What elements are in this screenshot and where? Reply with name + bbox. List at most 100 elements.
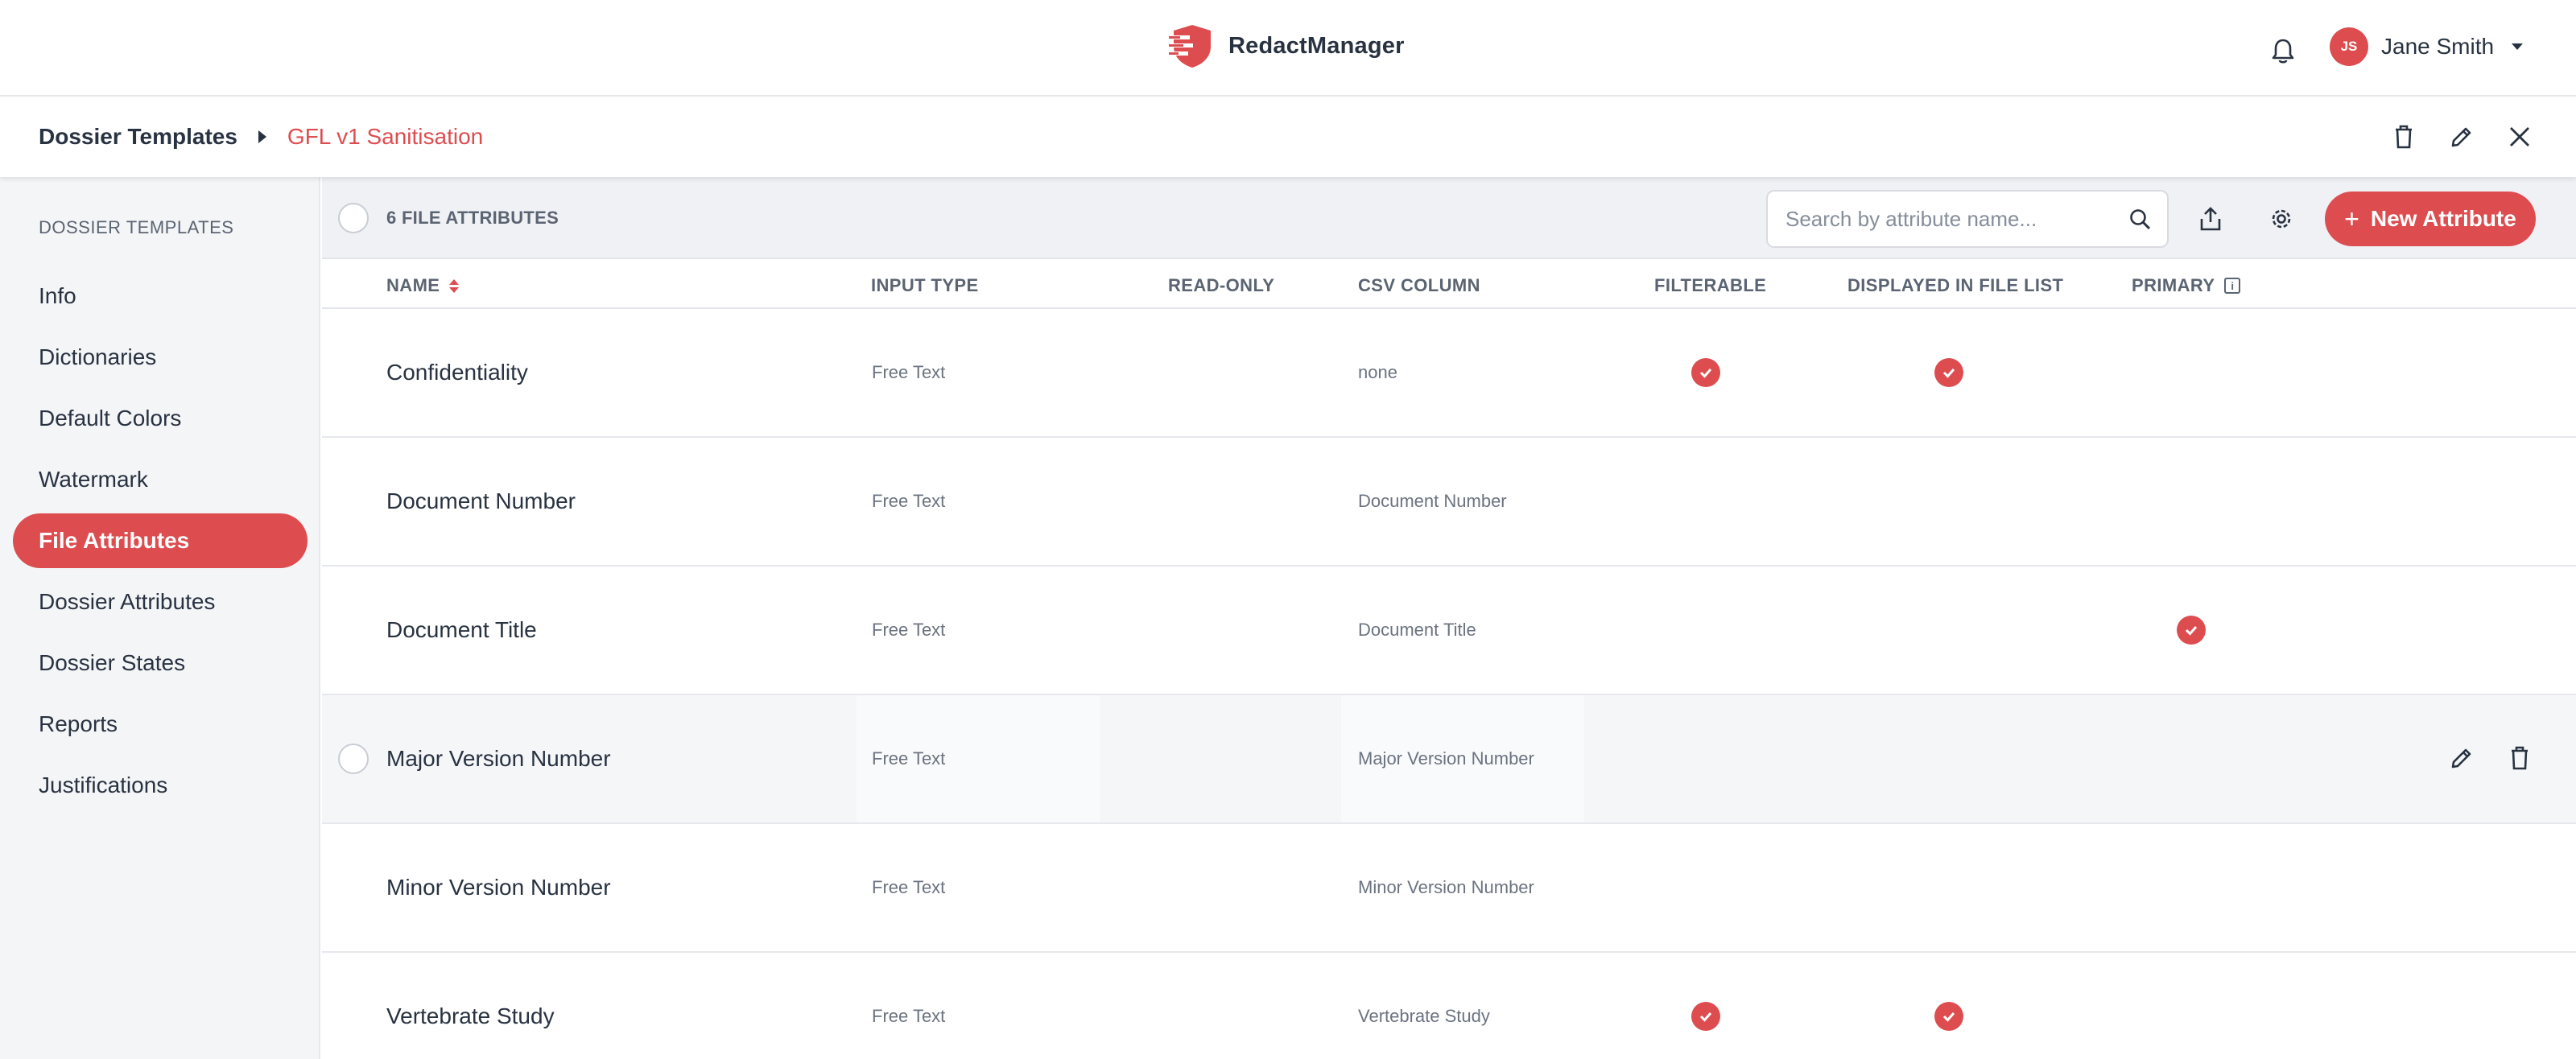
bell-icon [2272,39,2294,64]
breadcrumb: Dossier Templates GFL v1 Sanitisation [39,124,483,150]
column-csv-header: CSV COLUMN [1358,275,1480,295]
trash-icon [2396,125,2412,149]
attribute-input-type: Free Text [872,1006,946,1026]
sidebar-item-file-attributes[interactable]: File Attributes [13,513,308,568]
column-primary-header: PRIMARY i [2132,275,2241,296]
sidebar-item-dictionaries[interactable]: Dictionaries [13,330,308,385]
search-box[interactable] [1766,190,2169,248]
attribute-name: Document Title [386,617,537,642]
sidebar-item-dossier-attributes[interactable]: Dossier Attributes [13,575,308,629]
breadcrumb-current[interactable]: GFL v1 Sanitisation [287,124,483,150]
check-icon [1934,358,1963,387]
user-name: Jane Smith [2381,34,2495,59]
row-checkbox[interactable] [338,744,369,774]
column-read-only-header: READ-ONLY [1168,275,1275,295]
sidebar-item-info[interactable]: Info [13,269,308,323]
gear-icon [2272,209,2291,229]
template-actions [2386,119,2537,155]
app-name: RedactManager [1228,32,1405,59]
close-icon [2510,127,2529,146]
delete-template-button[interactable] [2386,119,2421,155]
breadcrumb-bar: Dossier Templates GFL v1 Sanitisation [0,98,2576,177]
sidebar-item-justifications[interactable]: Justifications [13,758,308,813]
filterable-cell [1691,309,1720,436]
trash-icon [2512,746,2528,770]
check-icon [2177,616,2206,645]
sidebar-item-watermark[interactable]: Watermark [13,452,308,507]
displayed-cell [1934,309,1963,436]
breadcrumb-root-link[interactable]: Dossier Templates [39,124,237,150]
attribute-input-type: Free Text [872,748,946,768]
attribute-count: 6 FILE ATTRIBUTES [386,208,559,228]
attribute-table-body: Confidentiality Free Text none Document … [322,309,2576,1059]
column-name-label: NAME [386,275,440,295]
check-icon [1691,358,1720,387]
column-name-header[interactable]: NAME [386,275,460,296]
main-content: 6 FILE ATTRIBUTES + New Attribute [322,177,2576,1059]
info-icon[interactable]: i [2224,278,2241,294]
primary-cell[interactable] [2177,567,2206,694]
attribute-name: Document Number [386,488,576,513]
pencil-icon [2451,748,2471,768]
table-toolbar: 6 FILE ATTRIBUTES + New Attribute [322,177,2576,259]
attribute-csv-column: Document Number [1358,491,1507,511]
column-displayed-header: DISPLAYED IN FILE LIST [1847,275,2064,295]
row-actions [2444,740,2537,776]
attribute-input-type: Free Text [872,877,946,897]
displayed-cell [1934,953,1963,1059]
sidebar: DOSSIER TEMPLATES Info Dictionaries Defa… [0,177,320,1059]
attribute-csv-column: Vertebrate Study [1358,1006,1490,1026]
attribute-name: Minor Version Number [386,875,611,900]
check-icon [1934,1002,1963,1031]
table-row[interactable]: Vertebrate Study Free Text Vertebrate St… [322,953,2576,1059]
notifications-button[interactable] [2265,34,2301,69]
sort-icon [449,278,460,293]
attribute-name: Vertebrate Study [386,1003,555,1028]
sidebar-item-default-colors[interactable]: Default Colors [13,391,308,446]
sidebar-item-dossier-states[interactable]: Dossier States [13,636,308,690]
attribute-name: Confidentiality [386,360,528,385]
column-filterable-header: FILTERABLE [1654,275,1767,295]
edit-attribute-button[interactable] [2444,740,2479,776]
attribute-csv-column: Major Version Number [1358,748,1534,768]
sidebar-nav: Info Dictionaries Default Colors Waterma… [13,269,308,819]
table-row[interactable]: Document Number Free Text Document Numbe… [322,438,2576,567]
user-menu[interactable]: JS Jane Smith [2330,27,2524,66]
attribute-input-type: Free Text [872,362,946,382]
table-row[interactable]: Minor Version Number Free Text Minor Ver… [322,824,2576,953]
edit-template-button[interactable] [2444,119,2479,155]
delete-attribute-button[interactable] [2502,740,2537,776]
attribute-input-type: Free Text [872,491,946,511]
sidebar-heading: DOSSIER TEMPLATES [39,217,234,237]
export-button[interactable] [2193,201,2228,237]
table-header: NAME INPUT TYPE READ-ONLY CSV COLUMN FIL… [322,259,2576,309]
attribute-csv-column: Minor Version Number [1358,877,1534,897]
shield-logo-icon [1169,25,1211,68]
search-icon [2130,209,2151,230]
attribute-name: Major Version Number [386,746,611,771]
table-row[interactable]: Major Version Number Free Text Major Ver… [322,695,2576,824]
close-button[interactable] [2502,119,2537,155]
check-icon [1691,1002,1720,1031]
attribute-csv-column: Document Title [1358,620,1476,640]
upload-icon [2200,207,2221,231]
sidebar-item-reports[interactable]: Reports [13,697,308,752]
table-row[interactable]: Confidentiality Free Text none [322,309,2576,438]
avatar: JS [2330,27,2368,66]
attribute-csv-column: none [1358,362,1397,382]
pencil-icon [2451,127,2471,147]
column-input-type-header: INPUT TYPE [871,275,979,295]
filterable-cell [1691,953,1720,1059]
top-header: RedactManager JS Jane Smith [0,0,2576,97]
attribute-input-type: Free Text [872,620,946,640]
column-primary-label: PRIMARY [2132,275,2215,295]
chevron-down-icon [2512,43,2524,50]
search-input[interactable] [1785,203,2107,235]
breadcrumb-arrow-icon [258,130,266,143]
new-attribute-button[interactable]: + New Attribute [2325,192,2536,246]
select-all-checkbox[interactable] [338,203,369,233]
settings-button[interactable] [2264,201,2299,237]
app-logo[interactable]: RedactManager [1169,23,1405,69]
table-row[interactable]: Document Title Free Text Document Title [322,567,2576,695]
new-attribute-label: New Attribute [2370,206,2516,231]
